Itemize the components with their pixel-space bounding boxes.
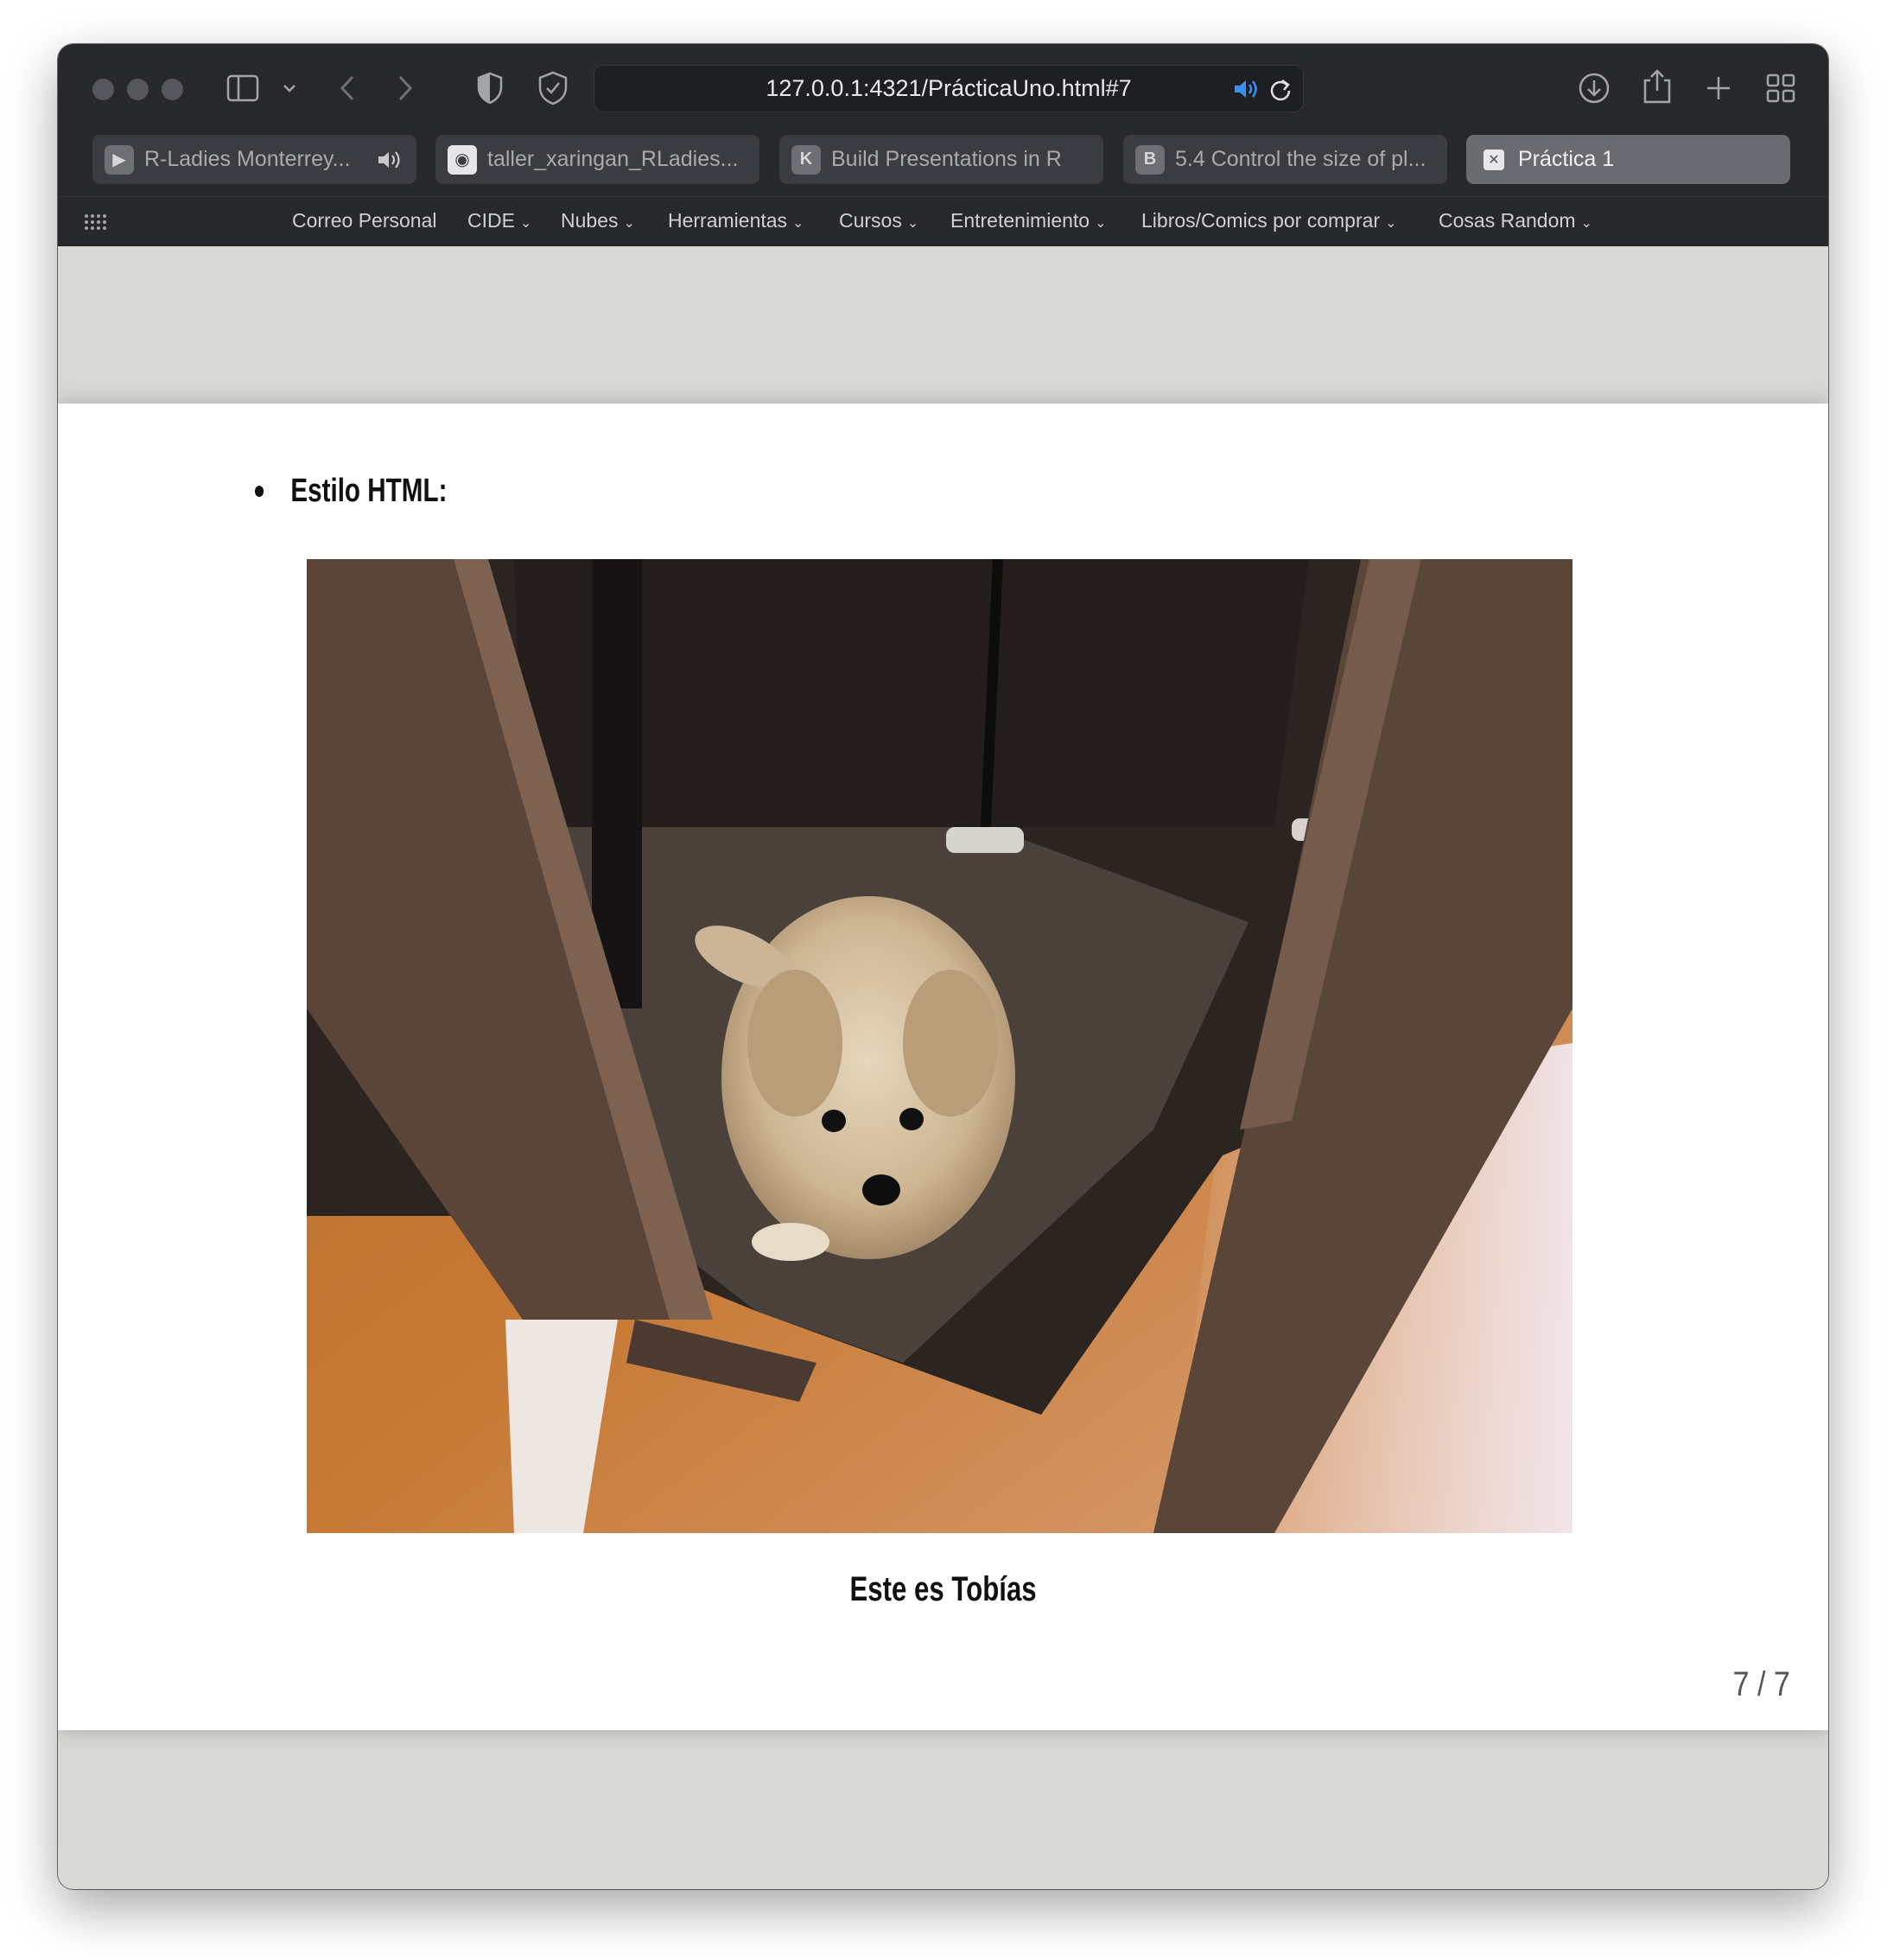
bookmark-libros-comics[interactable]: Libros/Comics por comprar ⌄ [1141, 209, 1397, 232]
chevron-down-icon: ⌄ [623, 216, 635, 231]
caption-text: Este es Tobías [849, 1570, 1037, 1608]
bullet-text: Estilo HTML: [290, 473, 448, 509]
browser-window: 127.0.0.1:4321/PrácticaUno.html#7 ▶ R-La… [58, 44, 1828, 1889]
close-tab-icon[interactable]: ✕ [1484, 149, 1504, 170]
forward-icon[interactable] [391, 70, 420, 106]
slide: Estilo HTML: Este es Tobías 7 / 7 [58, 404, 1828, 1730]
b-letter-icon: B [1135, 144, 1165, 175]
chevron-down-icon: ⌄ [792, 216, 804, 231]
tab-label: R-Ladies Monterrey... [144, 147, 351, 171]
bookmark-correo-personal[interactable]: Correo Personal [292, 209, 436, 232]
url-text: 127.0.0.1:4321/PrácticaUno.html#7 [766, 75, 1132, 101]
bookmark-cursos[interactable]: Cursos ⌄ [839, 209, 918, 232]
reload-icon[interactable] [1266, 75, 1295, 103]
bookmark-label: CIDE [467, 209, 515, 232]
bookmark-cosas-random[interactable]: Cosas Random ⌄ [1439, 209, 1592, 232]
minimize-window-button[interactable] [127, 79, 149, 100]
bullet-item: Estilo HTML: [255, 473, 447, 510]
presentation-viewport: Estilo HTML: Este es Tobías 7 / 7 [58, 246, 1828, 1889]
bookmark-label: Nubes [561, 209, 619, 232]
bookmark-label: Cosas Random [1439, 209, 1576, 232]
tab-build-presentations[interactable]: K Build Presentations in R [779, 135, 1103, 184]
speaker-icon[interactable] [377, 150, 403, 170]
tab-label: Build Presentations in R [831, 147, 1062, 171]
chevron-down-icon: ⌄ [519, 216, 532, 231]
bookmark-label: Libros/Comics por comprar [1141, 209, 1381, 232]
bookmark-herramientas[interactable]: Herramientas ⌄ [668, 209, 804, 232]
bullet-dot [255, 486, 264, 497]
tab-label: 5.4 Control the size of pl... [1175, 147, 1426, 171]
slide-page-number: 7 / 7 [1732, 1665, 1790, 1703]
k-letter-icon: K [791, 144, 821, 175]
tab-practica-1[interactable]: ✕ Práctica 1 [1466, 135, 1790, 184]
browser-toolbar: 127.0.0.1:4321/PrácticaUno.html#7 ▶ R-La… [58, 44, 1828, 246]
bookmarks-bar: Correo Personal CIDE ⌄ Nubes ⌄ Herramienta… [58, 196, 1828, 246]
chevron-down-icon: ⌄ [1580, 216, 1592, 231]
youtube-icon: ▶ [105, 144, 134, 175]
shield-check-icon[interactable] [535, 70, 571, 106]
chevron-down-icon: ⌄ [1095, 216, 1107, 231]
bookmark-label: Cursos [839, 209, 902, 232]
chevron-down-icon: ⌄ [1385, 216, 1397, 231]
sidebar-toggle-icon[interactable] [225, 70, 261, 106]
slide-caption: Este es Tobías [58, 1570, 1828, 1609]
github-icon: ◉ [448, 144, 477, 175]
download-icon[interactable] [1576, 70, 1612, 106]
bookmark-cide[interactable]: CIDE ⌄ [467, 209, 531, 232]
tab-label: Práctica 1 [1518, 147, 1615, 171]
chevron-down-icon[interactable] [279, 75, 300, 101]
new-tab-icon[interactable] [1700, 70, 1737, 106]
apps-grid-icon[interactable] [82, 209, 108, 235]
tab-rladies-monterrey[interactable]: ▶ R-Ladies Monterrey... [92, 135, 416, 184]
bookmark-label: Herramientas [668, 209, 788, 232]
tab-taller-xaringan[interactable]: ◉ taller_xaringan_RLadies... [435, 135, 759, 184]
speaker-icon[interactable] [1231, 75, 1261, 103]
share-icon[interactable] [1639, 67, 1675, 106]
tab-label: taller_xaringan_RLadies... [487, 147, 739, 171]
zoom-window-button[interactable] [162, 79, 183, 100]
back-icon[interactable] [333, 70, 362, 106]
chevron-down-icon: ⌄ [906, 216, 919, 231]
tab-control-size[interactable]: B 5.4 Control the size of pl... [1123, 135, 1447, 184]
address-bar[interactable]: 127.0.0.1:4321/PrácticaUno.html#7 [594, 65, 1304, 112]
bookmark-label: Correo Personal [292, 209, 437, 232]
tab-bar: ▶ R-Ladies Monterrey... ◉ taller_xaringa… [92, 135, 1795, 184]
bookmark-label: Entretenimiento [950, 209, 1090, 232]
bookmark-entretenimiento[interactable]: Entretenimiento ⌄ [950, 209, 1107, 232]
tab-overview-icon[interactable] [1763, 70, 1799, 106]
privacy-shield-icon[interactable] [473, 70, 507, 106]
dog-photo [307, 559, 1572, 1533]
close-window-button[interactable] [92, 79, 114, 100]
bookmark-nubes[interactable]: Nubes ⌄ [561, 209, 635, 232]
